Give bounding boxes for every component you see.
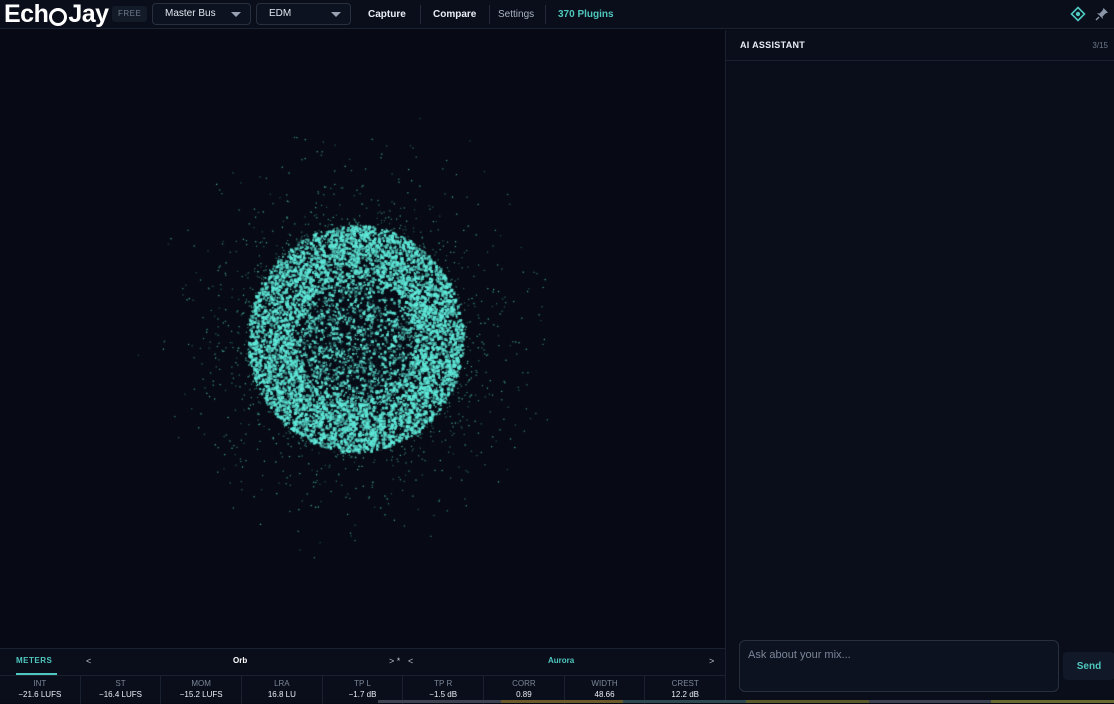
app-logo: Ech Jay (4, 0, 109, 29)
meter-value: −16.4 LUFS (99, 690, 142, 699)
chevron-down-icon (331, 12, 341, 17)
top-bar: Ech Jay FREE Master Bus EDM Capture Compa… (0, 0, 1114, 29)
meter-value: −15.2 LUFS (179, 690, 223, 699)
meter-value: 12.2 dB (671, 690, 699, 699)
meter-value: −1.7 dB (348, 690, 377, 699)
meter-value: 0.89 (516, 690, 532, 699)
meter-int: INT −21.6 LUFS (0, 676, 81, 704)
meter-value: 16.8 LU (267, 690, 296, 699)
next-palette-button[interactable]: > (709, 649, 714, 673)
meters-nav: METERS < Orb > * < Aurora > (0, 649, 725, 675)
genre-select[interactable]: EDM (256, 3, 351, 25)
prev-mode-button[interactable]: < (86, 649, 91, 673)
chat-input[interactable] (739, 640, 1059, 692)
meter-label: ST (115, 679, 126, 688)
target-diamond-icon[interactable] (1070, 6, 1086, 22)
logo-text-end: Jay (68, 0, 109, 28)
chevron-down-icon (231, 12, 241, 17)
genre-select-value: EDM (269, 8, 292, 19)
compare-button[interactable]: Compare (433, 0, 476, 29)
send-button[interactable]: Send (1063, 652, 1114, 680)
pin-icon[interactable] (1094, 6, 1110, 22)
chat-messages-area (726, 61, 1114, 631)
divider (420, 5, 421, 24)
tab-meters[interactable]: METERS (16, 649, 52, 675)
meter-value: −1.5 dB (429, 690, 458, 699)
logo-ring-icon (49, 7, 68, 26)
palette-label: Aurora (548, 656, 575, 665)
meter-label: CREST (671, 679, 699, 688)
meters-panel: METERS < Orb > * < Aurora > INT −21.6 LU… (0, 648, 725, 704)
visualizer-canvas-area[interactable] (0, 30, 725, 648)
logo-text-start: Ech (4, 0, 49, 28)
meter-label: LRA (274, 679, 290, 688)
message-quota: 3/15 (1092, 41, 1108, 50)
meter-label: CORR (512, 679, 536, 688)
divider (489, 5, 490, 24)
next-mode-button[interactable]: > * (389, 649, 400, 673)
meter-mom: MOM −15.2 LUFS (161, 676, 243, 704)
divider (545, 5, 546, 24)
meter-st: ST −16.4 LUFS (81, 676, 162, 704)
meter-lra: LRA 16.8 LU (242, 676, 323, 704)
bus-select[interactable]: Master Bus (152, 3, 251, 25)
assistant-title: AI ASSISTANT (740, 40, 806, 50)
meter-label: WIDTH (591, 679, 618, 688)
meter-label: INT (33, 679, 47, 688)
bus-select-value: Master Bus (165, 8, 216, 19)
meter-label: TP R (434, 679, 453, 688)
plugins-button[interactable]: 370 Plugins (558, 0, 614, 29)
meter-label: MOM (191, 679, 211, 688)
meter-value: −21.6 LUFS (18, 690, 62, 699)
meter-label: TP L (354, 679, 371, 688)
assistant-header: AI ASSISTANT 3/15 (726, 30, 1114, 61)
settings-button[interactable]: Settings (498, 0, 534, 29)
prev-palette-button[interactable]: < (408, 649, 413, 673)
meter-value: 48.66 (594, 690, 615, 699)
orb-visualizer[interactable] (0, 30, 725, 648)
capture-button[interactable]: Capture (368, 0, 406, 29)
plan-badge: FREE (112, 6, 148, 22)
visualizer-mode-label: Orb (233, 656, 248, 665)
ai-assistant-panel: AI ASSISTANT 3/15 Send (725, 30, 1114, 703)
